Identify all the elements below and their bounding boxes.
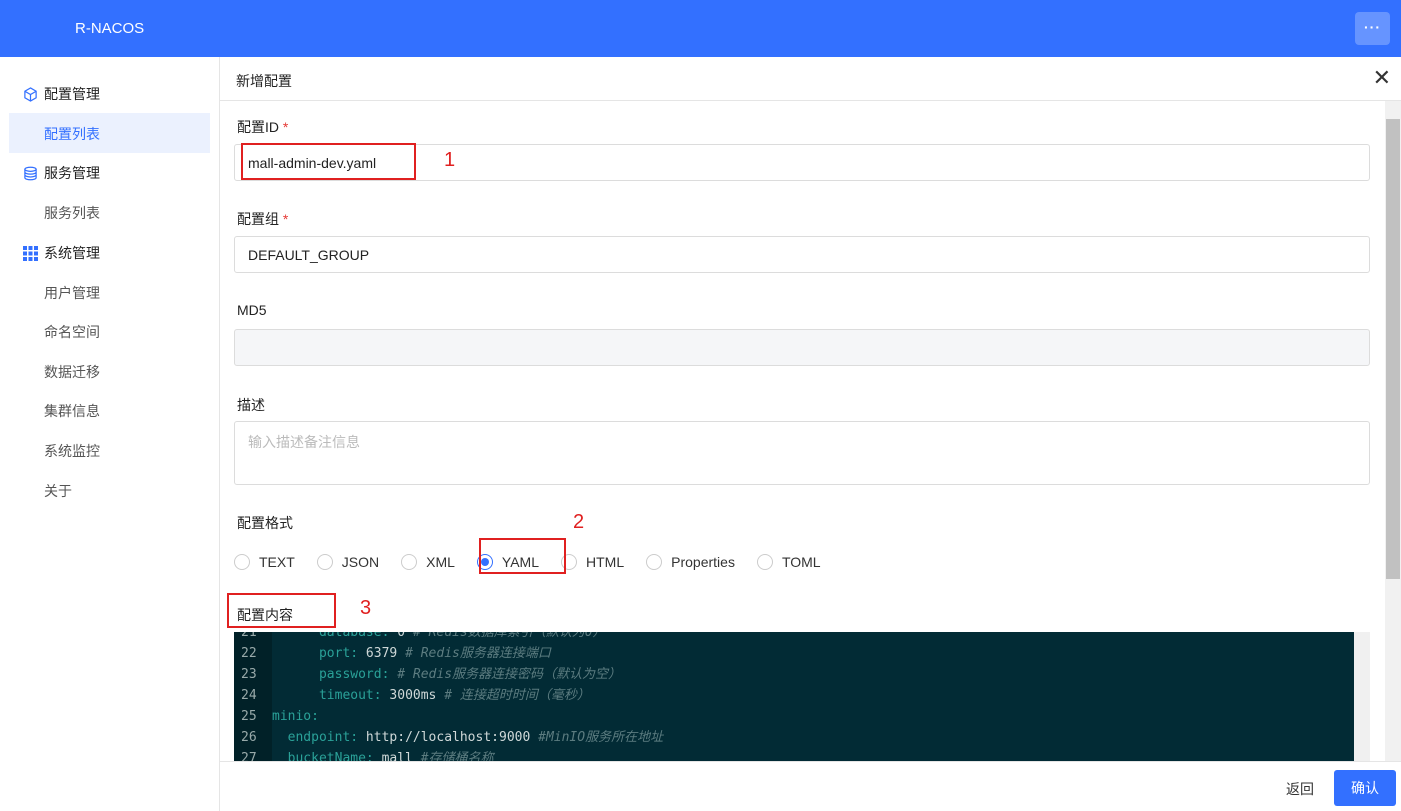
- config-id-label: 配置ID *: [237, 119, 289, 135]
- description-input[interactable]: 输入描述备注信息: [234, 421, 1370, 485]
- code-val: 6379: [358, 646, 406, 661]
- code-n: 25: [241, 709, 257, 724]
- panel-title: 新增配置: [236, 73, 292, 89]
- code-line: 21 database: 0 # Redis数据库索引（默认为0）: [234, 632, 1354, 643]
- sidebar-item-service-list[interactable]: 服务列表: [44, 203, 100, 223]
- sidebar-item-data-migration[interactable]: 数据迁移: [44, 362, 100, 382]
- radio-circle[interactable]: [234, 554, 250, 570]
- code-n: 23: [241, 667, 257, 682]
- sidebar-group-system[interactable]: 系统管理: [23, 243, 100, 263]
- code-val: 0: [389, 632, 413, 640]
- code-com: # Redis服务器连接密码（默认为空）: [397, 667, 622, 682]
- sidebar-group-config[interactable]: 配置管理: [23, 84, 100, 104]
- format-radio-html[interactable]: HTML: [561, 549, 624, 575]
- panel-footer: 返回 确认: [220, 761, 1401, 811]
- code-com: # Redis数据库索引（默认为0）: [412, 632, 606, 640]
- radio-label: JSON: [341, 554, 380, 570]
- grid-icon: [23, 245, 38, 261]
- code-key: timeout:: [318, 688, 382, 703]
- more-menu-button[interactable]: ···: [1355, 12, 1390, 45]
- radio-label: Properties: [671, 554, 735, 570]
- annotation-2: 2: [573, 511, 585, 533]
- new-config-panel: 新增配置 ✕ 配置ID * mall-admin-dev.yaml 配置组 * …: [220, 57, 1401, 811]
- radio-label: HTML: [586, 554, 625, 570]
- sidebar-item-config-list[interactable]: 配置列表: [44, 124, 100, 144]
- code-val: http://localhost:9000: [358, 730, 539, 745]
- annotation-box-1: [241, 143, 416, 180]
- panel-scrollbar[interactable]: [1385, 101, 1401, 761]
- selected-highlight: [9, 113, 210, 153]
- annotation-3: 3: [360, 597, 372, 619]
- code-n: 24: [241, 688, 257, 703]
- code-key: port:: [318, 646, 359, 661]
- radio-circle[interactable]: [646, 554, 663, 570]
- sidebar-group-label: 配置管理: [44, 86, 100, 102]
- annotation-box-3: [227, 593, 336, 628]
- sidebar-item-about[interactable]: 关于: [44, 481, 72, 501]
- radio-circle[interactable]: [316, 554, 333, 570]
- confirm-button[interactable]: 确认: [1334, 770, 1396, 806]
- format-radio-properties[interactable]: Properties: [646, 549, 735, 575]
- code-n: 26: [241, 730, 257, 745]
- sidebar-group-label: 服务管理: [44, 165, 100, 181]
- code-key: endpoint:: [287, 730, 359, 745]
- code-line: 22 port: 6379 # Redis服务器连接端口: [234, 643, 1354, 664]
- code-line: 24 timeout: 3000ms # 连接超时时间（毫秒）: [234, 685, 1354, 706]
- sidebar: 配置管理 配置列表 服务管理 服务列表 系统管理 用户管理 命名空间 数据迁移 …: [0, 57, 220, 811]
- code-editor[interactable]: 21 database: 0 # Redis数据库索引（默认为0） 22 port…: [234, 632, 1370, 762]
- format-radio-xml[interactable]: XML: [401, 549, 455, 575]
- md5-input: [234, 329, 1370, 366]
- sidebar-group-service[interactable]: 服务管理: [23, 163, 100, 183]
- radio-label: TEXT: [259, 554, 295, 570]
- code-val: 3000ms: [381, 688, 445, 703]
- annotation-box-2: [479, 538, 566, 574]
- back-button[interactable]: 返回: [1286, 779, 1314, 799]
- code-key: password:: [318, 667, 390, 682]
- cube-icon: [24, 86, 37, 102]
- editor-scrollbar[interactable]: [1354, 632, 1370, 762]
- radio-circle[interactable]: [756, 554, 773, 570]
- database-icon: [24, 166, 37, 180]
- code-n: 27: [241, 751, 257, 762]
- close-icon[interactable]: ✕: [1373, 65, 1391, 91]
- description-label: 描述: [237, 397, 265, 413]
- code-n: 22: [241, 646, 257, 661]
- sidebar-item-cluster-info[interactable]: 集群信息: [44, 401, 100, 421]
- code-line: 27 bucketName: mall #存储桶名称: [234, 748, 1354, 762]
- radio-label: TOML: [781, 554, 821, 570]
- config-group-input[interactable]: DEFAULT_GROUP: [234, 236, 1370, 273]
- code-key: database:: [318, 632, 390, 640]
- code-com: #MinIO服务所在地址: [538, 730, 664, 745]
- code-line: 23 password: # Redis服务器连接密码（默认为空）: [234, 664, 1354, 685]
- code-n: 21: [241, 632, 257, 640]
- sidebar-group-label: 系统管理: [44, 245, 100, 261]
- sidebar-item-users[interactable]: 用户管理: [44, 283, 100, 303]
- format-radio-toml[interactable]: TOML: [756, 549, 821, 575]
- format-radio-json[interactable]: JSON: [316, 549, 380, 575]
- format-radio-text[interactable]: TEXT: [234, 549, 295, 575]
- sidebar-item-namespaces[interactable]: 命名空间: [44, 322, 100, 342]
- sidebar-item-system-monitor[interactable]: 系统监控: [44, 441, 100, 461]
- code-line: 26 endpoint: http://localhost:9000 #MinI…: [234, 727, 1354, 748]
- code-com: # Redis服务器连接端口: [405, 646, 551, 661]
- top-bar: R-NACOS ···: [0, 0, 1401, 57]
- code-key: minio:: [272, 709, 319, 724]
- radio-label: XML: [426, 554, 455, 570]
- format-label: 配置格式: [237, 515, 293, 531]
- config-group-label: 配置组 *: [237, 211, 289, 227]
- radio-circle[interactable]: [401, 554, 418, 570]
- md5-label: MD5: [237, 302, 267, 318]
- code-line: 25 minio:: [234, 706, 1354, 727]
- brand-title: R-NACOS: [75, 20, 145, 37]
- annotation-1: 1: [444, 149, 456, 171]
- code-com: # 连接超时时间（毫秒）: [444, 688, 590, 703]
